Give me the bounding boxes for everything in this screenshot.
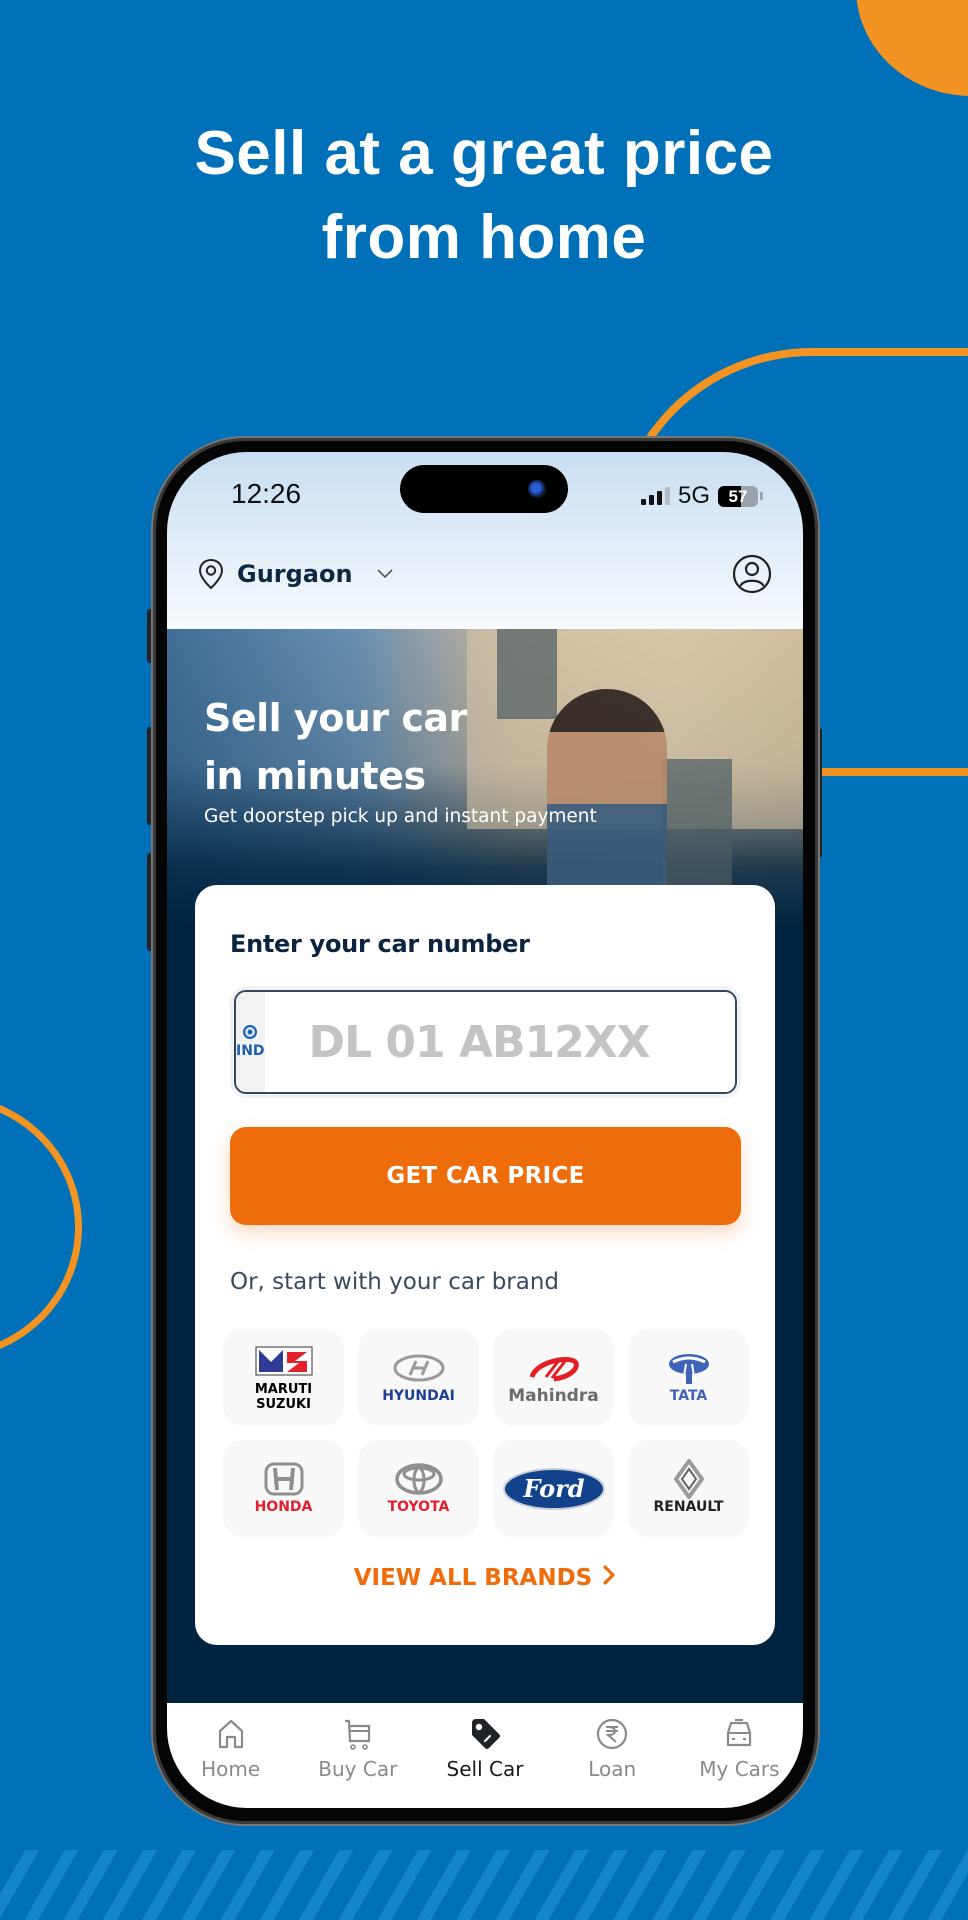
svg-text:Ford: Ford: [522, 1474, 584, 1503]
banner-subtitle: Get doorstep pick up and instant payment: [204, 806, 597, 827]
renault-logo-icon: [673, 1459, 704, 1499]
nav-item-loan[interactable]: Loan: [549, 1703, 676, 1808]
tata-logo-icon: [667, 1351, 711, 1385]
brand-tile-maruti-suzuki[interactable]: MARUTI SUZUKI: [223, 1329, 344, 1426]
car-number-heading: Enter your car number: [230, 930, 530, 958]
decorative-orange-circle: [856, 0, 968, 96]
brand-prompt: Or, start with your car brand: [230, 1269, 560, 1295]
home-icon: [214, 1717, 248, 1751]
phone-screen: 12:26 5G 57 Gurgaon Sell your car in min…: [167, 452, 803, 1808]
bottom-navigation: Home Buy Car Sell Car Loan My Cars: [167, 1703, 803, 1808]
sell-car-card: Enter your car number IND GET CAR PRICE …: [195, 885, 775, 1645]
brand-name: Mahindra: [508, 1386, 599, 1406]
car-number-field[interactable]: IND: [234, 990, 737, 1094]
camera-icon: [528, 480, 546, 498]
nav-label: Buy Car: [318, 1757, 398, 1781]
map-pin-icon: [198, 558, 224, 590]
brand-tile-ford[interactable]: Ford: [493, 1440, 614, 1537]
toyota-logo-icon: [394, 1462, 444, 1496]
brand-tile-hyundai[interactable]: HYUNDAI: [358, 1329, 479, 1426]
location-name: Gurgaon: [237, 560, 353, 588]
nav-item-my-cars[interactable]: My Cars: [676, 1703, 803, 1808]
nav-label: My Cars: [699, 1757, 780, 1781]
banner-title-line2: in minutes: [204, 754, 426, 798]
promo-headline-line1: Sell at a great price: [194, 119, 774, 188]
ashoka-chakra-icon: [243, 1025, 258, 1039]
nav-item-buy-car[interactable]: Buy Car: [294, 1703, 421, 1808]
brand-name: MARUTI SUZUKI: [254, 1381, 313, 1412]
promo-headline-line2: from home: [321, 203, 647, 272]
status-time: 12:26: [231, 478, 302, 509]
brand-name: HYUNDAI: [382, 1388, 455, 1404]
get-car-price-button[interactable]: GET CAR PRICE: [230, 1127, 741, 1225]
network-type: 5G: [677, 482, 710, 509]
brand-tile-tata[interactable]: TATA: [628, 1329, 749, 1426]
price-tag-icon: [468, 1717, 502, 1751]
brand-name: HONDA: [254, 1499, 313, 1515]
view-all-brands-label: VIEW ALL BRANDS: [353, 1565, 593, 1591]
car-number-input[interactable]: [264, 992, 735, 1092]
ford-logo-icon: Ford: [502, 1467, 606, 1510]
dynamic-island: [400, 465, 568, 513]
brand-tile-mahindra[interactable]: Mahindra: [493, 1329, 614, 1426]
banner-window: [662, 759, 732, 889]
maruti-suzuki-logo-icon: [255, 1344, 313, 1378]
brand-tile-toyota[interactable]: TOYOTA: [358, 1440, 479, 1537]
banner-title-line1: Sell your car: [204, 696, 467, 740]
battery-tip: [760, 492, 763, 500]
banner-window: [497, 629, 557, 719]
decorative-stripes: [0, 1850, 968, 1920]
brand-name: TATA: [669, 1388, 708, 1404]
brand-tile-renault[interactable]: RENAULT: [628, 1440, 749, 1537]
nav-item-sell-car[interactable]: Sell Car: [421, 1703, 548, 1808]
view-all-brands-link[interactable]: VIEW ALL BRANDS: [195, 1565, 775, 1591]
mahindra-logo-icon: [526, 1351, 582, 1385]
banner-title: Sell your car in minutes: [204, 689, 467, 805]
rupee-icon: [595, 1717, 629, 1751]
nav-item-home[interactable]: Home: [167, 1703, 294, 1808]
status-indicators: 5G 57: [640, 482, 763, 510]
cart-icon: [341, 1717, 375, 1751]
honda-logo-icon: [264, 1462, 304, 1496]
hero-banner: Sell your car in minutes Get doorstep pi…: [167, 629, 803, 929]
battery-level: 57: [728, 486, 748, 506]
chevron-right-icon: [602, 1565, 616, 1591]
nav-label: Loan: [588, 1757, 637, 1781]
app-header-zone: 12:26 5G 57 Gurgaon: [167, 452, 803, 629]
decorative-orange-ring: [0, 1094, 82, 1360]
brand-name: TOYOTA: [387, 1499, 450, 1515]
nav-label: Sell Car: [446, 1757, 524, 1781]
country-code: IND: [236, 1043, 265, 1059]
promo-headline: Sell at a great price from home: [0, 112, 968, 280]
battery-icon: 57: [718, 485, 758, 507]
brand-name: RENAULT: [653, 1499, 724, 1515]
brand-tile-honda[interactable]: HONDA: [223, 1440, 344, 1537]
hyundai-logo-icon: [392, 1351, 446, 1385]
user-circle-icon[interactable]: [732, 554, 772, 594]
location-selector[interactable]: Gurgaon: [197, 558, 395, 590]
signal-icon: [640, 487, 670, 505]
brand-grid: MARUTI SUZUKI HYUNDAI Mahindra TATA HONDA TOY…: [223, 1329, 749, 1537]
nav-label: Home: [201, 1757, 261, 1781]
chevron-down-icon: [377, 569, 393, 579]
car-icon: [722, 1717, 756, 1751]
country-badge: IND: [236, 992, 265, 1092]
